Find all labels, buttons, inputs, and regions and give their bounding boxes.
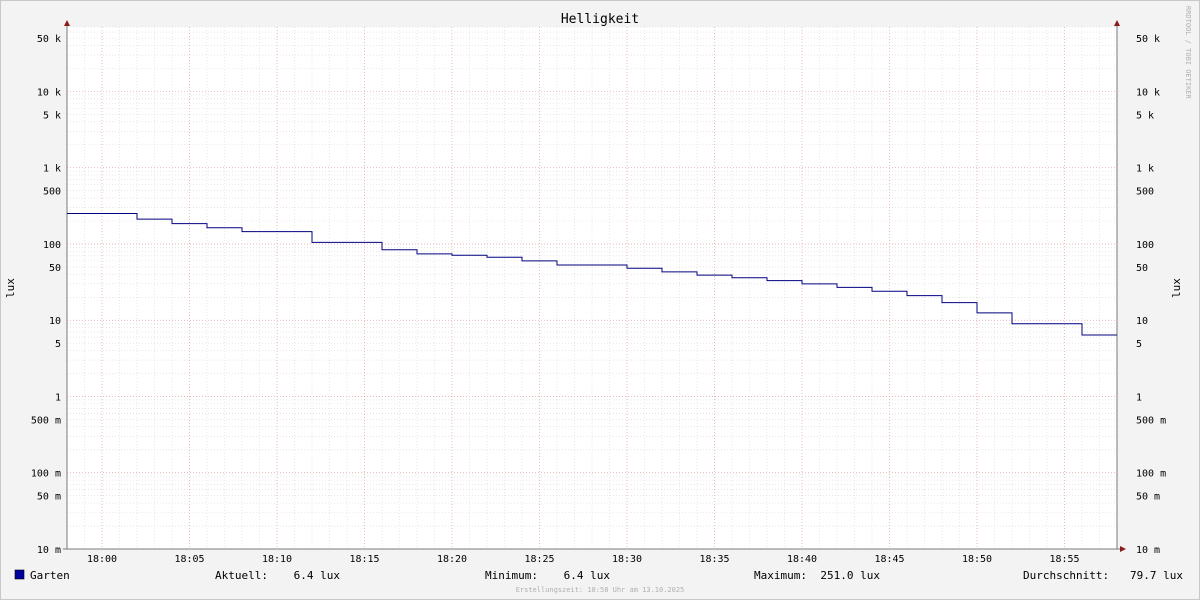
y-tick-label-right: 1 k — [1136, 164, 1154, 175]
footer-timestamp: Erstellungszeit: 18:58 Uhr am 13.10.2025 — [516, 586, 685, 594]
y-tick-label-right: 5 k — [1136, 110, 1154, 121]
y-tick-label-right: 50 m — [1136, 492, 1160, 503]
y-tick-label-right: 10 — [1136, 316, 1148, 327]
y-tick-label-right: 50 — [1136, 263, 1148, 274]
legend-series-name: Garten — [30, 569, 70, 582]
y-tick-label-left: 500 — [43, 187, 61, 198]
y-tick-label-right: 1 — [1136, 392, 1142, 403]
x-tick-label: 18:40 — [787, 554, 817, 565]
x-tick-label: 18:30 — [612, 554, 642, 565]
x-axis-arrow — [1120, 546, 1126, 552]
x-tick-label: 18:10 — [262, 554, 292, 565]
x-tick-label: 18:20 — [437, 554, 467, 565]
legend-stat-label: Maximum: — [754, 569, 807, 582]
legend-stat-label: Aktuell: — [215, 569, 268, 582]
y-tick-label-left: 1 — [55, 392, 61, 403]
y-tick-label-right: 5 — [1136, 339, 1142, 350]
y-tick-label-right: 10 m — [1136, 545, 1160, 556]
chart-root: 10 m 10 m 50 m 50 m 100 m 100 m 500 m 500 m 1 1 5 5… — [0, 0, 1200, 600]
legend-stat-label: Durchschnitt: — [1023, 569, 1109, 582]
legend-stat-label: Minimum: — [485, 569, 538, 582]
y-tick-label-right: 50 k — [1136, 34, 1160, 45]
legend-stat-value: 6.4 lux — [294, 569, 341, 582]
x-tick-label: 18:55 — [1049, 554, 1079, 565]
y-tick-label-left: 1 k — [43, 164, 61, 175]
y-axis-label-left: lux — [4, 278, 17, 298]
legend-stat-value: 251.0 lux — [820, 569, 880, 582]
y-tick-label-left: 10 — [49, 316, 61, 327]
x-tick-label: 18:05 — [174, 554, 204, 565]
y-tick-label-right: 100 — [1136, 240, 1154, 251]
x-tick-label: 18:50 — [962, 554, 992, 565]
y-tick-label-right: 500 — [1136, 187, 1154, 198]
watermark-text: RRDTOOL / TOBI OETIKER — [1184, 6, 1192, 100]
y-axis-arrow-left — [64, 20, 70, 26]
y-tick-label-left: 5 — [55, 339, 61, 350]
y-tick-label-left: 10 k — [37, 87, 61, 98]
y-tick-label-left: 10 m — [37, 545, 61, 556]
y-tick-label-left: 50 — [49, 263, 61, 274]
y-tick-label-left: 100 — [43, 240, 61, 251]
x-tick-label: 18:35 — [699, 554, 729, 565]
y-tick-label-left: 5 k — [43, 110, 61, 121]
y-axis-arrow-right — [1114, 20, 1120, 26]
y-tick-label-right: 10 k — [1136, 87, 1160, 98]
y-tick-label-left: 50 k — [37, 34, 61, 45]
chart-svg: 10 m 10 m 50 m 50 m 100 m 100 m 500 m 500 m 1 1 5 5… — [4, 6, 1192, 594]
x-tick-label: 18:25 — [524, 554, 554, 565]
x-tick-label: 18:00 — [87, 554, 117, 565]
y-tick-label-right: 100 m — [1136, 469, 1166, 480]
x-tick-label: 18:45 — [874, 554, 904, 565]
y-tick-label-left: 50 m — [37, 492, 61, 503]
legend-stat-value: 6.4 lux — [564, 569, 611, 582]
y-tick-label-left: 100 m — [31, 469, 61, 480]
legend-stat-value: 79.7 lux — [1130, 569, 1183, 582]
x-tick-label: 18:15 — [349, 554, 379, 565]
chart-title: Helligkeit — [561, 12, 639, 27]
legend-swatch — [14, 569, 25, 580]
y-tick-label-right: 500 m — [1136, 415, 1166, 426]
y-axis-label-right: lux — [1170, 278, 1183, 298]
y-tick-label-left: 500 m — [31, 415, 61, 426]
